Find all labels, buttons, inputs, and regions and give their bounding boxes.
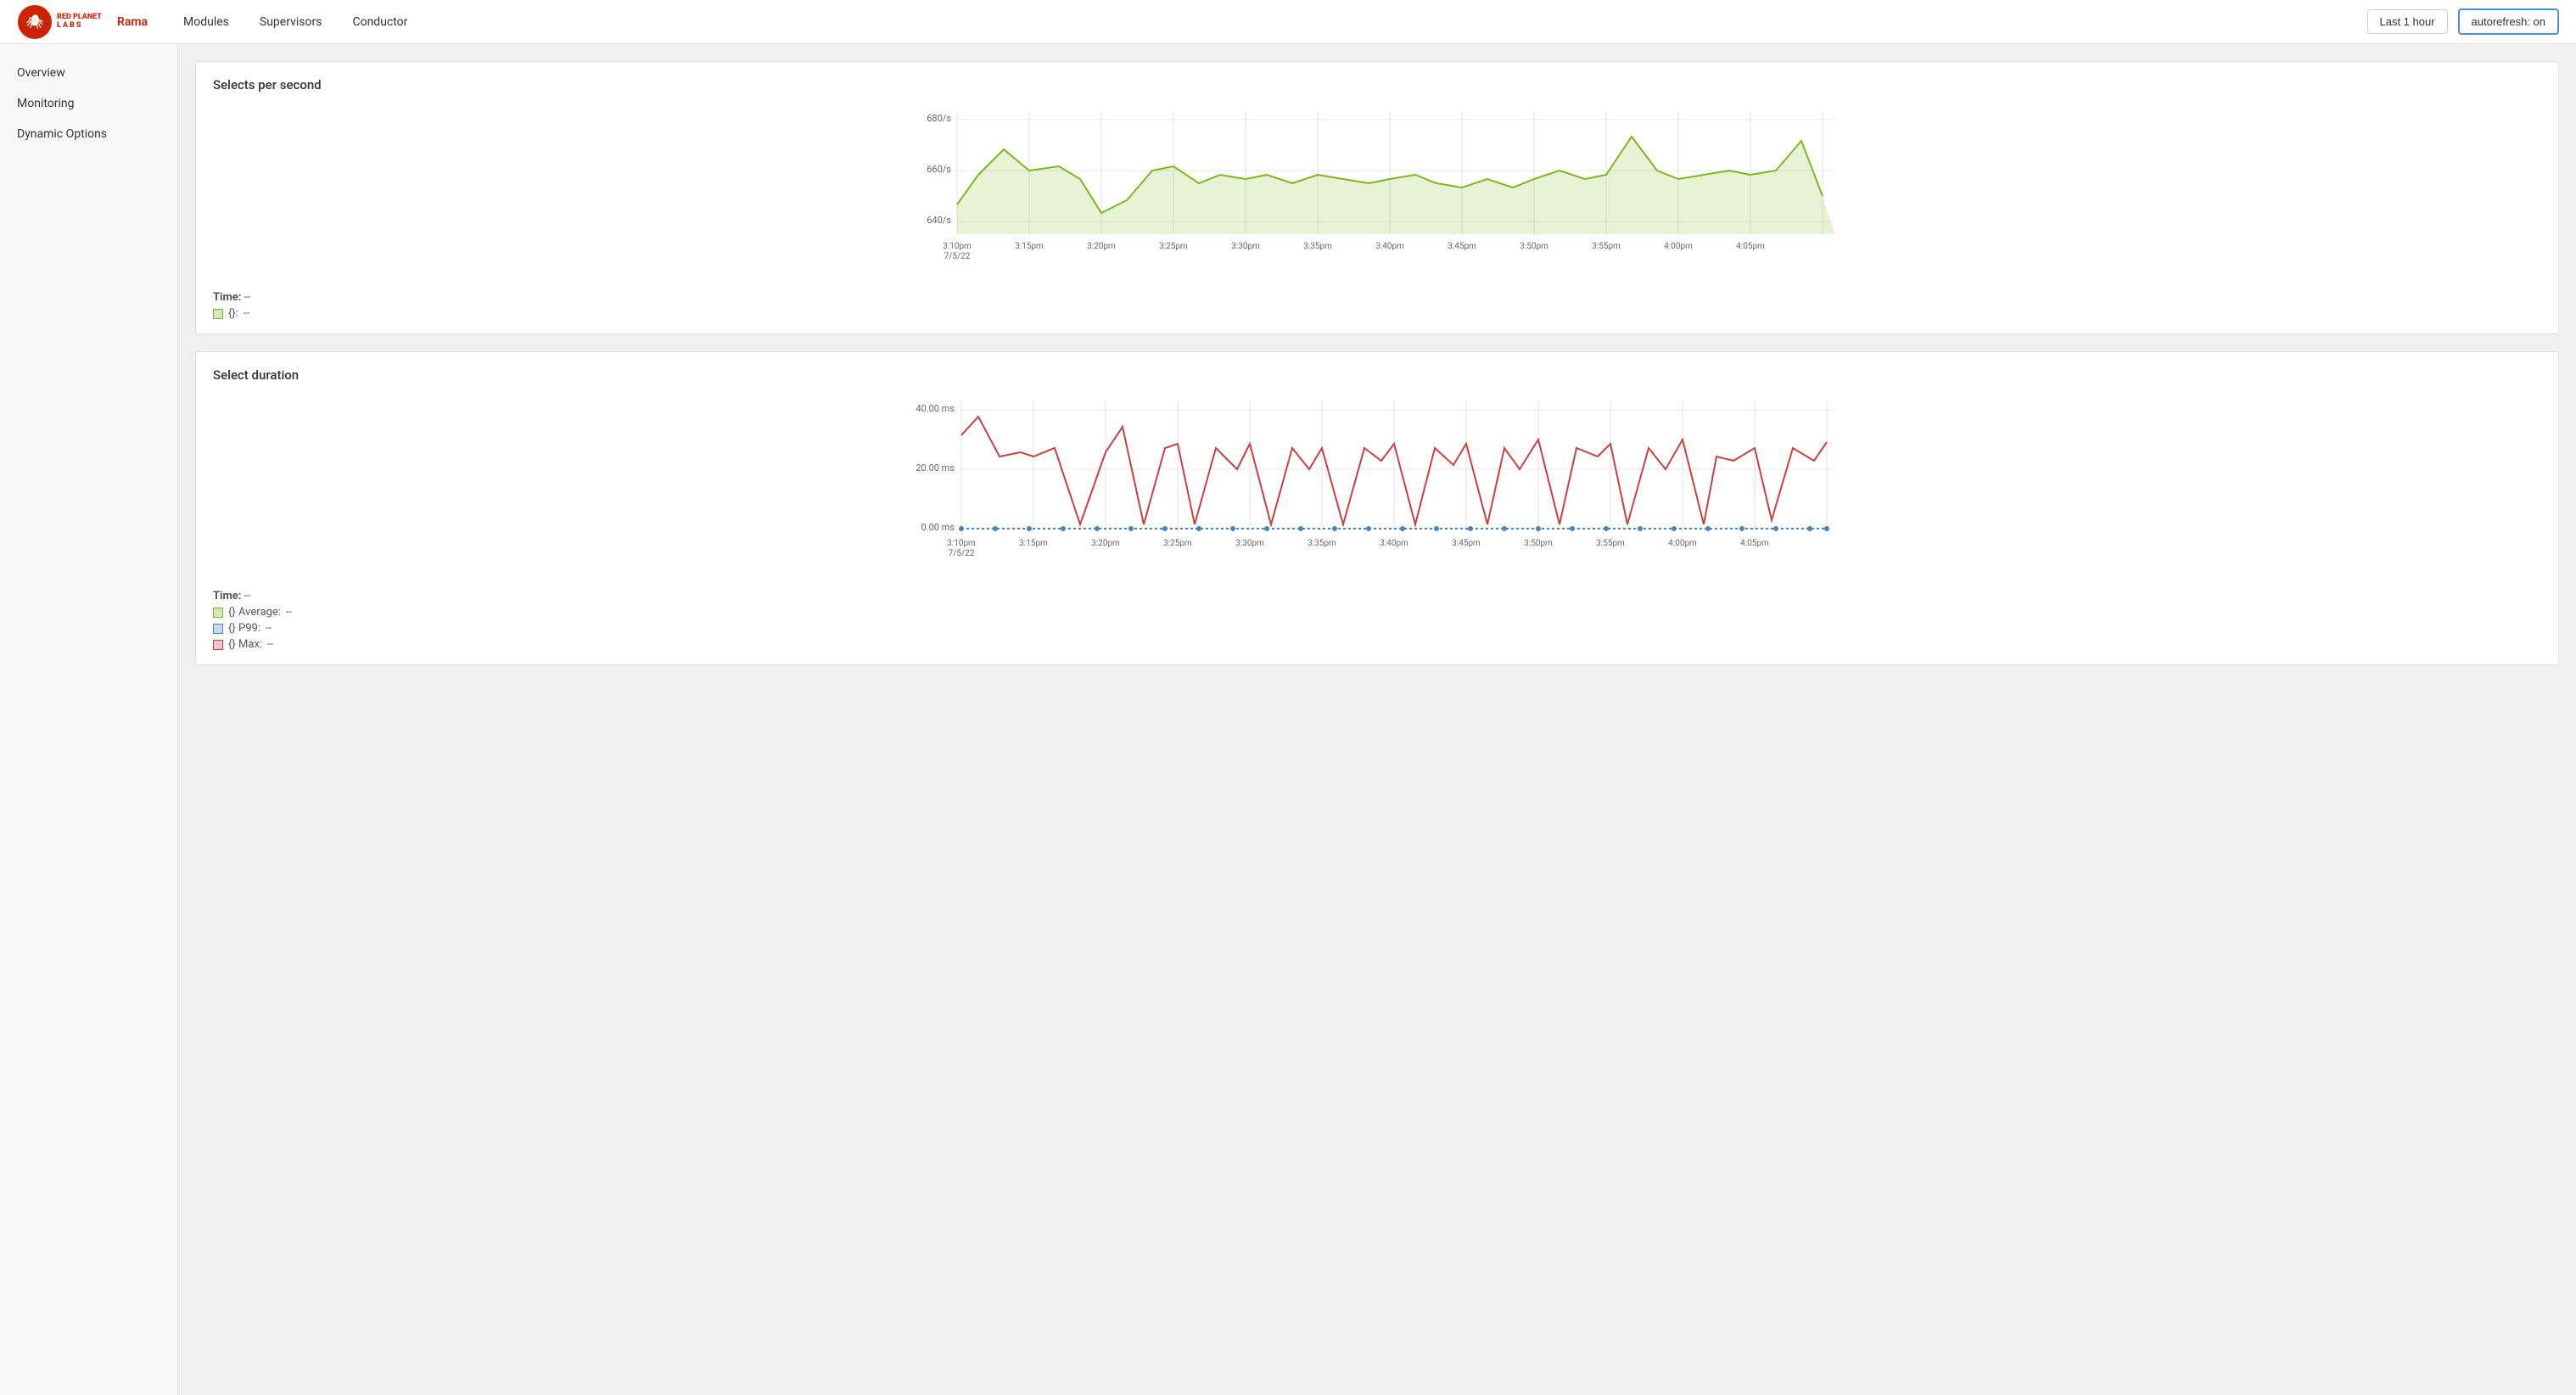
nav-supervisors[interactable]: Supervisors — [244, 0, 338, 44]
brand-text: RED PLANET LABS — [57, 14, 102, 31]
svg-text:3:25pm: 3:25pm — [1159, 242, 1188, 251]
layout: Overview Monitoring Dynamic Options Sele… — [0, 44, 2576, 1395]
chart2-container: 40.00 ms 20.00 ms 0.00 ms — [213, 393, 2541, 580]
chart1-series-label: {}: — [228, 307, 238, 320]
svg-text:3:30pm: 3:30pm — [1235, 539, 1264, 548]
chart2-avg-label: {} Average: — [228, 606, 281, 619]
chart1-time-label: Time: -- — [213, 291, 2541, 304]
chart2-title: Select duration — [213, 367, 2541, 383]
chart2-legend: Time: -- {} Average: -- {} P99: -- {} Ma… — [213, 590, 2541, 651]
chart2-p99-value: -- — [266, 622, 272, 635]
svg-text:3:10pm: 3:10pm — [943, 242, 972, 251]
svg-text:3:45pm: 3:45pm — [1448, 242, 1476, 251]
svg-text:3:50pm: 3:50pm — [1520, 242, 1548, 251]
svg-text:3:35pm: 3:35pm — [1303, 242, 1332, 251]
header-right: Last 1 hour autorefresh: on — [2367, 8, 2560, 35]
svg-text:680/s: 680/s — [927, 113, 951, 124]
svg-text:3:30pm: 3:30pm — [1231, 242, 1260, 251]
svg-text:3:25pm: 3:25pm — [1163, 539, 1192, 548]
brand-line2: LABS — [57, 22, 102, 31]
chart-panel-selects-per-second: Selects per second 680/s 660/s 640/s — [195, 61, 2559, 334]
svg-text:3:40pm: 3:40pm — [1375, 242, 1404, 251]
chart1-container: 680/s 660/s 640/s — [213, 103, 2541, 281]
svg-text:4:05pm: 4:05pm — [1736, 242, 1765, 251]
chart2-max-color — [213, 640, 223, 650]
svg-text:3:20pm: 3:20pm — [1091, 539, 1120, 548]
svg-text:7/5/22: 7/5/22 — [949, 549, 975, 558]
svg-text:0.00 ms: 0.00 ms — [921, 522, 955, 533]
chart2-max-label: {} Max: — [228, 638, 262, 651]
app-name: Rama — [117, 15, 148, 29]
logo-area: 🕷 RED PLANET LABS — [17, 4, 102, 40]
svg-text:4:00pm: 4:00pm — [1668, 539, 1697, 548]
svg-text:640/s: 640/s — [927, 215, 951, 226]
sidebar-item-overview[interactable]: Overview — [0, 58, 177, 88]
chart2-max-legend: {} Max: -- — [213, 638, 2541, 651]
chart2-avg-color — [213, 608, 223, 618]
svg-text:3:55pm: 3:55pm — [1592, 242, 1621, 251]
svg-text:20.00 ms: 20.00 ms — [916, 462, 955, 473]
svg-text:4:05pm: 4:05pm — [1740, 539, 1769, 548]
sidebar-item-monitoring[interactable]: Monitoring — [0, 88, 177, 119]
chart1-title: Selects per second — [213, 77, 2541, 92]
svg-text:3:40pm: 3:40pm — [1380, 539, 1408, 548]
chart2-max-value: -- — [267, 638, 273, 651]
svg-text:40.00 ms: 40.00 ms — [916, 403, 955, 414]
svg-text:3:45pm: 3:45pm — [1452, 539, 1481, 548]
svg-text:3:35pm: 3:35pm — [1308, 539, 1336, 548]
svg-text:3:15pm: 3:15pm — [1019, 539, 1048, 548]
chart1-series-value: -- — [244, 307, 249, 320]
svg-text:7/5/22: 7/5/22 — [944, 252, 971, 261]
chart-panel-select-duration: Select duration 40.00 ms 20.00 ms 0.00 m… — [195, 351, 2559, 665]
sidebar: Overview Monitoring Dynamic Options — [0, 44, 178, 1395]
nav-conductor[interactable]: Conductor — [337, 0, 423, 44]
chart1-svg: 680/s 660/s 640/s — [213, 103, 2541, 281]
nav-items: Modules Supervisors Conductor — [168, 0, 2366, 44]
svg-text:4:00pm: 4:00pm — [1664, 242, 1693, 251]
svg-text:3:10pm: 3:10pm — [947, 539, 976, 548]
autorefresh-button[interactable]: autorefresh: on — [2458, 8, 2559, 35]
svg-text:3:55pm: 3:55pm — [1596, 539, 1625, 548]
svg-text:3:15pm: 3:15pm — [1015, 242, 1044, 251]
sidebar-item-dynamic-options[interactable]: Dynamic Options — [0, 119, 177, 149]
main-content: Selects per second 680/s 660/s 640/s — [178, 44, 2576, 1395]
chart2-p99-color — [213, 624, 223, 634]
header: 🕷 RED PLANET LABS Rama Modules Superviso… — [0, 0, 2576, 44]
chart2-time-label: Time: -- — [213, 590, 2541, 602]
logo-icon: 🕷 — [17, 4, 53, 40]
chart1-series-color — [213, 309, 223, 319]
chart2-svg: 40.00 ms 20.00 ms 0.00 ms — [213, 393, 2541, 580]
svg-text:3:20pm: 3:20pm — [1087, 242, 1116, 251]
svg-text:3:50pm: 3:50pm — [1524, 539, 1553, 548]
chart2-p99-label: {} P99: — [228, 622, 260, 635]
svg-text:660/s: 660/s — [927, 164, 951, 175]
chart2-avg-value: -- — [286, 606, 292, 619]
time-range-button[interactable]: Last 1 hour — [2367, 9, 2448, 34]
nav-modules[interactable]: Modules — [168, 0, 244, 44]
svg-text:🕷: 🕷 — [25, 14, 43, 30]
chart1-series-legend: {}: -- — [213, 307, 2541, 320]
chart1-legend: Time: -- {}: -- — [213, 291, 2541, 320]
chart2-p99-legend: {} P99: -- — [213, 622, 2541, 635]
chart2-avg-legend: {} Average: -- — [213, 606, 2541, 619]
